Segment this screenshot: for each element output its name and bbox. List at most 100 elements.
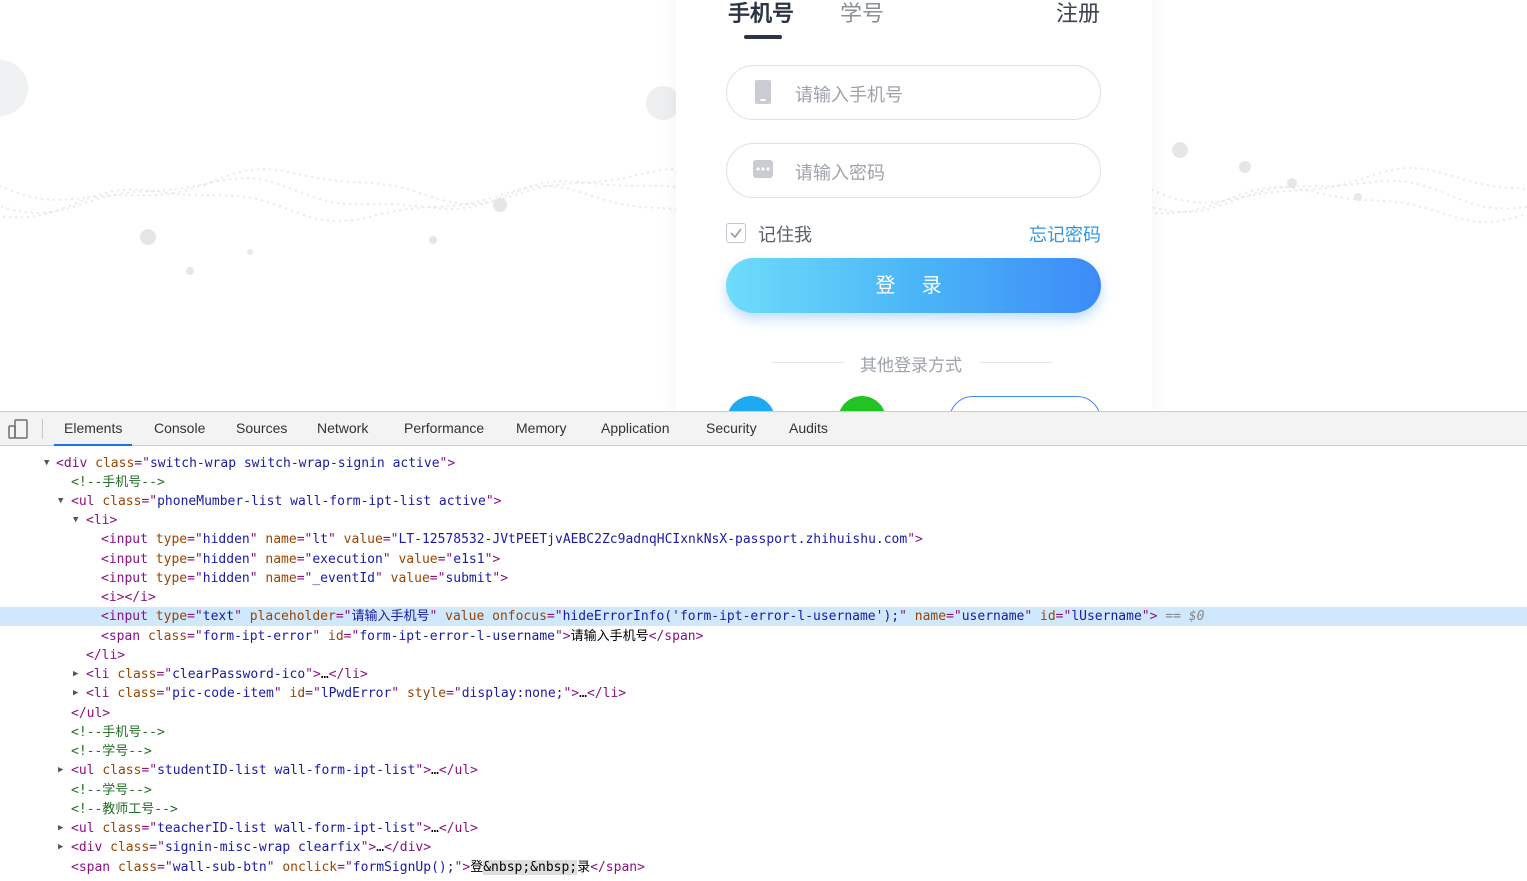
dom-node[interactable]: ▼ <div class="switch-wrap switch-wrap-sig…	[0, 454, 1527, 473]
register-link[interactable]: 注册	[1056, 0, 1100, 28]
wave-dot	[330, 200, 334, 204]
wave-dot	[1430, 208, 1434, 212]
wave-dot	[1398, 179, 1402, 183]
wave-dot	[6, 207, 10, 210]
wave-dot	[110, 190, 114, 193]
tab-memory[interactable]: Memory	[506, 412, 577, 445]
dom-node[interactable]: ▼ <ul class="phoneMumber-list wall-form-i…	[0, 492, 1527, 511]
tab-sources[interactable]: Sources	[226, 412, 297, 445]
wave-dot	[360, 203, 364, 206]
dom-comment[interactable]: <!--学号-->	[0, 742, 1527, 761]
wave-dot	[220, 176, 224, 179]
wave-dot	[534, 183, 538, 186]
wave-dot	[1402, 167, 1406, 170]
dom-node[interactable]: <span class="wall-sub-btn" onclick="form…	[0, 858, 1527, 877]
dom-node[interactable]: </li>	[0, 646, 1527, 665]
wave-dot	[208, 181, 212, 184]
device-toolbar-icon[interactable]	[7, 419, 29, 439]
dom-node[interactable]: <input type="hidden" name="lt" value="LT…	[0, 530, 1527, 549]
wave-dot	[132, 191, 136, 194]
dom-node[interactable]: ▶ <ul class="studentID-list wall-form-ipt…	[0, 761, 1527, 780]
wave-dot	[1510, 186, 1514, 189]
dom-comment[interactable]: <!--教师工号-->	[0, 800, 1527, 819]
wave-dot	[1298, 188, 1302, 191]
tab-application[interactable]: Application	[591, 412, 680, 445]
dom-node[interactable]: <span class="form-ipt-error" id="form-ip…	[0, 627, 1527, 646]
wave-dot	[514, 193, 518, 196]
wave-dot	[282, 184, 286, 188]
attr-value: pic-code-item	[172, 686, 274, 701]
wave-dot	[66, 207, 70, 210]
dom-node[interactable]: <i></i>	[0, 588, 1527, 607]
wave-dot	[344, 219, 348, 222]
wave-dot	[204, 182, 208, 185]
dom-comment[interactable]: <!--手机号-->	[0, 723, 1527, 742]
wave-dot	[312, 196, 316, 199]
dom-node[interactable]: ▶ <li class="pic-code-item" id="lPwdError…	[0, 684, 1527, 703]
selected-dom-node[interactable]: <input type="text" placeholder="请输入手机号" …	[0, 607, 1527, 626]
dom-tree[interactable]: ▼ <div class="switch-wrap switch-wrap-sig…	[0, 447, 1527, 881]
wave-dot	[256, 168, 260, 171]
wave-dot	[550, 184, 554, 187]
wave-dot	[0, 184, 2, 188]
wave-dot	[196, 185, 200, 188]
dom-node[interactable]: ▶ <div class="signin-misc-wrap clearfix">…	[0, 838, 1527, 857]
wave-dot	[1266, 188, 1270, 191]
wave-dot	[1202, 206, 1206, 209]
tab-student-id[interactable]: 学号	[840, 0, 884, 28]
tab-security[interactable]: Security	[696, 412, 767, 445]
wave-dot	[1366, 175, 1370, 178]
wave-dot	[1452, 196, 1456, 199]
wave-dot	[610, 179, 614, 182]
wave-dot	[604, 179, 608, 183]
wave-dot	[520, 191, 524, 194]
other-login-button[interactable]	[949, 396, 1101, 411]
tab-audits[interactable]: Audits	[779, 412, 838, 445]
wechat-login-button[interactable]	[838, 396, 886, 411]
wave-dot	[2, 215, 6, 218]
dom-node[interactable]: ▶ <li class="clearPassword-ico">…</li>	[0, 665, 1527, 684]
qq-login-button[interactable]	[727, 396, 775, 411]
wave-dot	[38, 214, 42, 217]
phone-input[interactable]: 请输入手机号	[726, 65, 1101, 120]
wave-dot	[138, 190, 142, 193]
login-button[interactable]: 登 录	[726, 258, 1101, 313]
wave-dot	[1360, 177, 1364, 180]
tab-performance[interactable]: Performance	[394, 412, 494, 445]
tab-elements[interactable]: Elements	[54, 412, 133, 446]
wave-dot	[1346, 197, 1350, 200]
wave-dot	[1380, 180, 1384, 183]
dom-node[interactable]: <input type="hidden" name="_eventId" val…	[0, 569, 1527, 588]
wave-dot	[1302, 185, 1306, 188]
wave-dot	[1408, 166, 1412, 170]
dom-node[interactable]: <input type="hidden" name="execution" va…	[0, 550, 1527, 569]
tab-network[interactable]: Network	[307, 412, 378, 445]
dom-comment[interactable]: <!--手机号-->	[0, 473, 1527, 492]
wave-dot	[512, 189, 516, 193]
wave-dot	[118, 194, 122, 197]
remember-me-checkbox[interactable]	[726, 223, 746, 243]
wave-dot	[1244, 191, 1248, 194]
forgot-password-link[interactable]: 忘记密码	[1029, 221, 1101, 247]
wave-dot	[1160, 212, 1164, 215]
wave-dot	[1448, 214, 1452, 217]
password-input[interactable]: 请输入密码	[726, 143, 1101, 198]
wave-dot	[1390, 168, 1394, 172]
wave-dot	[364, 181, 368, 184]
wave-dot	[1154, 212, 1158, 215]
dom-node[interactable]: </ul>	[0, 704, 1527, 723]
wave-dot	[176, 192, 180, 196]
tab-phone[interactable]: 手机号	[728, 0, 794, 28]
wave-dot	[166, 193, 170, 196]
dom-node[interactable]: ▶ <ul class="teacherID-list wall-form-ipt…	[0, 819, 1527, 838]
tab-console[interactable]: Console	[144, 412, 215, 445]
wave-dot	[1488, 206, 1492, 209]
wave-dot	[170, 192, 174, 195]
dom-node[interactable]: ▼ <li>	[0, 511, 1527, 530]
wave-dot	[1416, 182, 1420, 186]
dom-comment[interactable]: <!--学号-->	[0, 781, 1527, 800]
wave-dot	[1412, 203, 1416, 207]
wave-dot	[412, 189, 416, 193]
wave-dot	[244, 169, 248, 172]
wave-dot	[320, 218, 324, 221]
